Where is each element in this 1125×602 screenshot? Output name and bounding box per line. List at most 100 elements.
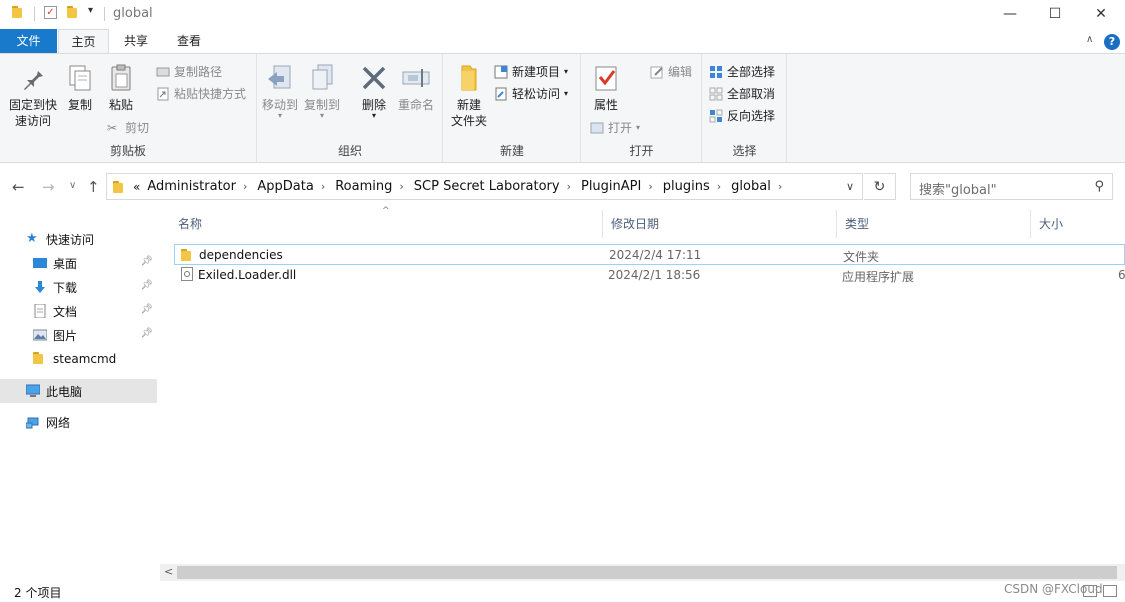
quick-access-item[interactable]: ★ 快速访问 <box>0 227 157 251</box>
tab-file[interactable]: 文件 <box>0 29 57 53</box>
pin-to-quick-access-button[interactable]: 固定到快 速访问 <box>6 62 60 129</box>
move-to-button[interactable]: 移动到 ▾ <box>260 62 300 120</box>
sidebar-item-pictures[interactable]: 图片 📌︎ <box>0 323 157 347</box>
paste-shortcut-button[interactable]: 粘贴快捷方式 <box>156 85 246 102</box>
column-header-date[interactable]: 修改日期 <box>603 210 837 238</box>
rename-icon <box>400 62 432 94</box>
sidebar-item-documents[interactable]: 文档 📌︎ <box>0 299 157 323</box>
collapse-ribbon-chevron-up-icon[interactable]: ∧ <box>1086 34 1093 45</box>
cut-button[interactable]: ✂ 剪切 <box>107 119 149 136</box>
forward-arrow-icon[interactable]: → <box>42 178 55 196</box>
title-bar: ✓ ▾ global — ☐ ✕ <box>0 0 1125 28</box>
copy-button[interactable]: 复制 <box>62 62 98 113</box>
pinned-icon[interactable]: 📌︎ <box>140 280 153 291</box>
sidebar-item-network[interactable]: 网络 <box>0 410 157 434</box>
address-history-chevron-down-icon[interactable]: ∨ <box>846 180 854 193</box>
invert-selection-button[interactable]: 反向选择 <box>709 107 775 124</box>
search-input[interactable]: 搜索"global" ⚲ <box>910 173 1113 200</box>
sidebar-item-steamcmd[interactable]: steamcmd <box>0 347 157 371</box>
breadcrumb-separator-icon[interactable]: › <box>399 180 403 193</box>
folder-icon <box>33 352 47 366</box>
breadcrumb-roaming[interactable]: Roaming <box>335 179 392 194</box>
properties-button[interactable]: 属性 <box>586 62 626 113</box>
breadcrumb-separator-icon[interactable]: › <box>648 180 652 193</box>
breadcrumb-scp[interactable]: SCP Secret Laboratory <box>414 179 560 194</box>
copy-to-button[interactable]: 复制到 ▾ <box>302 62 342 120</box>
scrollbar-thumb[interactable] <box>177 566 1117 579</box>
paste-label: 粘贴 <box>108 98 133 112</box>
up-arrow-icon[interactable]: ↑ <box>87 178 100 196</box>
column-header-name[interactable]: 名称 <box>170 210 603 238</box>
properties-check-icon <box>590 62 622 94</box>
tab-share[interactable]: 共享 <box>112 29 160 53</box>
breadcrumb-pluginapi[interactable]: PluginAPI <box>581 179 641 194</box>
move-to-icon <box>264 62 296 94</box>
new-folder-quick-icon[interactable] <box>67 6 77 18</box>
pin-icon <box>17 62 49 94</box>
search-icon[interactable]: ⚲ <box>1094 179 1104 194</box>
pinned-icon[interactable]: 📌︎ <box>140 328 153 339</box>
pinned-icon[interactable]: 📌︎ <box>140 256 153 267</box>
scroll-left-arrow-icon[interactable]: < <box>164 565 173 578</box>
breadcrumb-separator-icon[interactable]: › <box>567 180 571 193</box>
open-group-title: 打开 <box>629 144 654 158</box>
customize-toolbar-chevron-down-icon[interactable]: ▾ <box>88 5 93 16</box>
pinned-icon[interactable]: 📌︎ <box>140 304 153 315</box>
refresh-icon[interactable]: ↻ <box>864 173 896 200</box>
back-arrow-icon[interactable]: ← <box>12 178 25 196</box>
file-row-dependencies[interactable]: dependencies 2024/2/4 17:11 文件夹 <box>174 244 1125 265</box>
minimize-button[interactable]: — <box>987 0 1033 28</box>
sidebar-item-desktop[interactable]: 桌面 📌︎ <box>0 251 157 275</box>
file-row-exiled-loader[interactable]: Exiled.Loader.dll 2024/2/1 18:56 应用程序扩展 … <box>174 265 1125 286</box>
breadcrumb-global[interactable]: global <box>731 179 771 194</box>
sidebar-item-this-pc[interactable]: 此电脑 <box>0 379 157 403</box>
tab-view[interactable]: 查看 <box>164 29 214 53</box>
item-count: 2 个项目 <box>14 586 62 600</box>
breadcrumb-separator-icon[interactable]: › <box>321 180 325 193</box>
address-row: ← → ∨ ↑ « Administrator › AppData › Roamin… <box>0 164 1125 210</box>
rename-button[interactable]: 重命名 <box>396 62 436 113</box>
scissors-icon: ✂ <box>107 120 118 135</box>
select-none-button[interactable]: 全部取消 <box>709 85 775 102</box>
paste-clipboard-icon <box>105 62 137 94</box>
large-icons-view-icon[interactable] <box>1103 585 1117 597</box>
recent-locations-chevron-down-icon[interactable]: ∨ <box>69 180 76 191</box>
help-icon[interactable]: ? <box>1104 34 1120 50</box>
breadcrumb-separator-icon[interactable]: › <box>243 180 247 193</box>
maximize-button[interactable]: ☐ <box>1032 0 1078 28</box>
breadcrumb-administrator[interactable]: Administrator <box>147 179 236 194</box>
breadcrumb-overflow[interactable]: « <box>133 180 140 194</box>
sidebar-item-downloads[interactable]: 下载 📌︎ <box>0 275 157 299</box>
file-type: 应用程序扩展 <box>842 270 915 284</box>
window-folder-icon <box>12 6 22 18</box>
new-folder-button[interactable]: 新建 文件夹 <box>446 62 492 129</box>
column-header-type[interactable]: 类型 <box>837 210 1031 238</box>
select-all-button[interactable]: 全部选择 <box>709 63 775 80</box>
edit-button[interactable]: 编辑 <box>650 63 692 80</box>
paste-button[interactable]: 粘贴 <box>102 62 140 113</box>
new-group: 新建 文件夹 新建项目 ▾ 轻松访问 ▾ 新建 <box>444 54 581 162</box>
easy-access-button[interactable]: 轻松访问 ▾ <box>494 85 568 102</box>
new-item-button[interactable]: 新建项目 ▾ <box>494 63 568 80</box>
address-bar[interactable]: « Administrator › AppData › Roaming › SCP S… <box>106 173 863 200</box>
breadcrumb-separator-icon[interactable]: › <box>778 180 782 193</box>
easy-access-icon <box>494 87 508 101</box>
file-date: 2024/2/4 17:11 <box>609 248 702 262</box>
file-size: 6 <box>1118 268 1125 282</box>
delete-button[interactable]: 删除 ▾ <box>354 62 394 120</box>
horizontal-scrollbar[interactable]: < <box>160 564 1125 581</box>
ribbon-tabs: 文件 主页 共享 查看 ∧ ? <box>0 29 1125 53</box>
properties-quick-icon[interactable]: ✓ <box>44 6 57 19</box>
file-date: 2024/2/1 18:56 <box>608 268 701 282</box>
column-header-size[interactable]: 大小 <box>1031 210 1125 238</box>
open-button[interactable]: 打开 ▾ <box>590 119 640 136</box>
close-button[interactable]: ✕ <box>1078 0 1124 28</box>
breadcrumb-separator-icon[interactable]: › <box>717 180 721 193</box>
select-group-title: 选择 <box>732 144 757 158</box>
address-folder-icon <box>113 180 123 193</box>
tab-home[interactable]: 主页 <box>58 29 109 53</box>
network-icon <box>25 415 40 429</box>
breadcrumb-appdata[interactable]: AppData <box>257 179 313 194</box>
breadcrumb-plugins[interactable]: plugins <box>663 179 710 194</box>
copy-path-button[interactable]: 复制路径 <box>156 63 222 80</box>
